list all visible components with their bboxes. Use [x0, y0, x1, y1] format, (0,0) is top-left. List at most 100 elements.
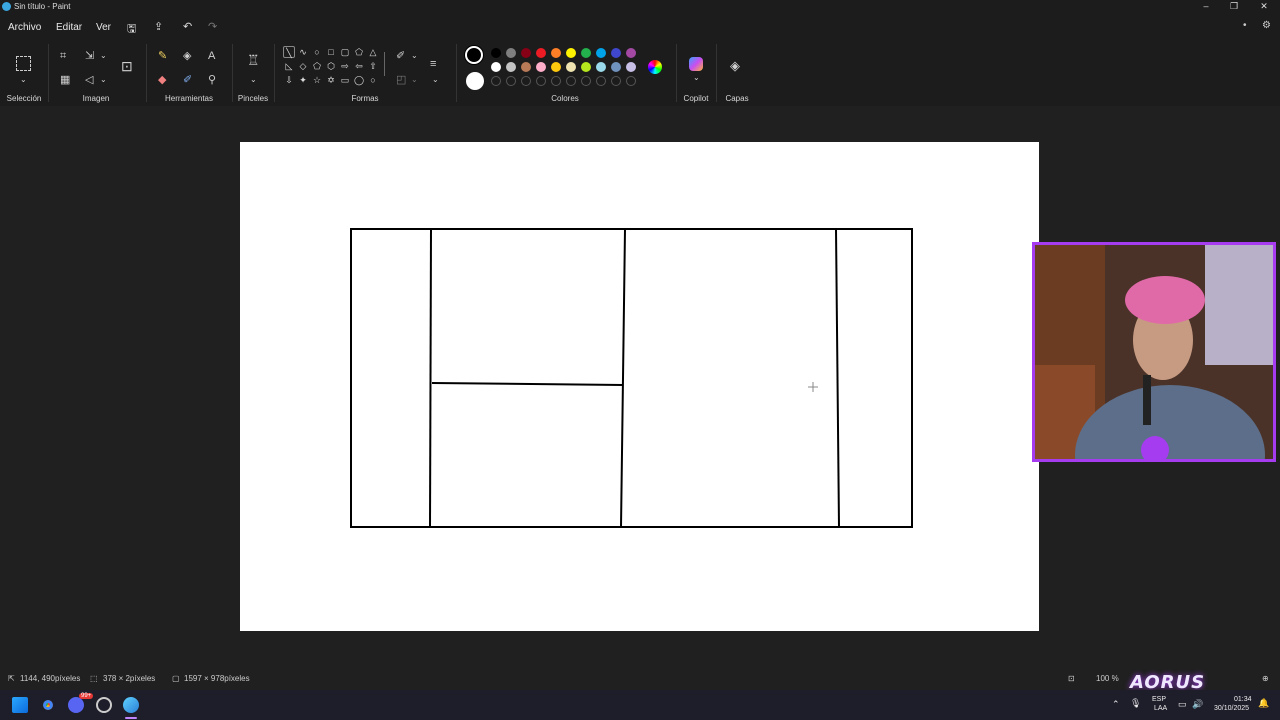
restore-icon[interactable]: ❐	[1224, 1, 1244, 12]
shapes-scrollbar[interactable]	[384, 52, 385, 76]
color-swatch[interactable]	[596, 48, 606, 58]
magnifier-icon[interactable]: ⚲	[208, 74, 216, 86]
drawing-canvas[interactable]	[240, 142, 1039, 631]
pencil-icon[interactable]: ✎	[158, 50, 167, 62]
color-swatch[interactable]	[551, 62, 561, 72]
close-icon[interactable]: ✕	[1254, 1, 1274, 12]
settings-icon[interactable]: ⚙	[1262, 20, 1271, 31]
language-top[interactable]: ESP	[1152, 696, 1166, 703]
chevron-up-icon[interactable]: ⌃	[1112, 699, 1120, 710]
obs-icon[interactable]	[96, 697, 112, 713]
start-icon[interactable]	[12, 697, 28, 713]
color-swatch[interactable]	[491, 62, 501, 72]
color-swatch[interactable]	[521, 48, 531, 58]
polygon-shape-icon[interactable]: ⬠	[353, 46, 365, 58]
fill-shape-icon[interactable]: ◰	[396, 74, 406, 86]
microphone-icon[interactable]: 🎙	[1130, 698, 1141, 709]
notifications-icon[interactable]: 🔔	[1258, 698, 1269, 709]
outline-icon[interactable]: ✐	[396, 50, 405, 62]
zoom-level[interactable]: 100 %	[1096, 674, 1119, 683]
save-icon[interactable]: 🖫	[127, 20, 136, 39]
custom-color-slot[interactable]	[581, 76, 591, 86]
network-icon[interactable]: ▭	[1178, 699, 1187, 710]
color-swatch[interactable]	[581, 48, 591, 58]
color-swatch[interactable]	[626, 48, 636, 58]
menu-ver[interactable]: Ver	[96, 22, 111, 33]
custom-color-slot[interactable]	[566, 76, 576, 86]
fill-icon[interactable]: ◈	[183, 50, 191, 62]
paint-taskbar-icon[interactable]	[123, 697, 139, 713]
arrow-up-shape-icon[interactable]: ⇧	[367, 60, 379, 72]
minimize-icon[interactable]: –	[1196, 1, 1216, 11]
color-swatch[interactable]	[611, 62, 621, 72]
secondary-color[interactable]	[466, 72, 484, 90]
arrow-right-shape-icon[interactable]: ⇨	[339, 60, 351, 72]
arrow-left-shape-icon[interactable]: ⇦	[353, 60, 365, 72]
menu-archivo[interactable]: Archivo	[8, 22, 41, 33]
chrome-icon[interactable]	[40, 697, 56, 713]
copilot-icon[interactable]	[689, 57, 703, 71]
color-swatch[interactable]	[536, 48, 546, 58]
clock-time[interactable]: 01:34	[1234, 696, 1252, 703]
curve-shape-icon[interactable]: ∿	[297, 46, 309, 58]
undo-icon[interactable]: ↶	[183, 20, 192, 33]
chevron-down-icon[interactable]: ⌄	[411, 74, 418, 86]
custom-color-slot[interactable]	[536, 76, 546, 86]
fit-to-window-icon[interactable]: ⊡	[1068, 674, 1075, 683]
rotate-icon[interactable]: ◁	[85, 74, 93, 86]
color-swatch[interactable]	[551, 48, 561, 58]
custom-color-slot[interactable]	[596, 76, 606, 86]
redo-icon[interactable]: ↷	[208, 20, 217, 33]
callout-cloud-shape-icon[interactable]: ○	[367, 74, 379, 86]
resize-icon[interactable]: ⇲	[85, 50, 94, 62]
custom-color-slot[interactable]	[491, 76, 501, 86]
color-swatch[interactable]	[506, 48, 516, 58]
line-shape-icon[interactable]: ╲	[283, 46, 295, 58]
discord-icon[interactable]	[68, 697, 84, 713]
chevron-down-icon[interactable]: ⌄	[100, 74, 107, 86]
triangle-shape-icon[interactable]: △	[367, 46, 379, 58]
color-swatch[interactable]	[566, 62, 576, 72]
color-picker-icon[interactable]: ✐	[183, 74, 192, 86]
color-swatch[interactable]	[536, 62, 546, 72]
custom-color-slot[interactable]	[521, 76, 531, 86]
share-icon[interactable]: ⇪	[154, 20, 163, 33]
layers-icon[interactable]: ◈	[730, 59, 740, 72]
right-triangle-shape-icon[interactable]: ◺	[283, 60, 295, 72]
edit-colors-icon[interactable]	[648, 60, 662, 74]
star4-shape-icon[interactable]: ✦	[297, 74, 309, 86]
zoom-in-icon[interactable]: ⊕	[1262, 674, 1269, 683]
color-swatch[interactable]	[611, 48, 621, 58]
callout-rect-shape-icon[interactable]: ▭	[339, 74, 351, 86]
custom-color-slot[interactable]	[626, 76, 636, 86]
color-swatch[interactable]	[581, 62, 591, 72]
chevron-down-icon[interactable]: ⌄	[693, 72, 700, 84]
chevron-down-icon[interactable]: ⌄	[411, 50, 418, 62]
text-icon[interactable]: A	[208, 50, 215, 62]
color-swatch[interactable]	[566, 48, 576, 58]
pentagon-shape-icon[interactable]: ⬠	[311, 60, 323, 72]
chevron-down-icon[interactable]: ⌄	[250, 74, 257, 86]
crop-icon[interactable]: ⌗	[60, 50, 66, 62]
color-swatch[interactable]	[626, 62, 636, 72]
custom-color-slot[interactable]	[506, 76, 516, 86]
rectangle-shape-icon[interactable]: □	[325, 46, 337, 58]
diamond-shape-icon[interactable]: ◇	[297, 60, 309, 72]
callout-oval-shape-icon[interactable]: ◯	[353, 74, 365, 86]
eraser-icon[interactable]: ◆	[158, 74, 166, 86]
primary-color[interactable]	[465, 46, 483, 64]
star6-shape-icon[interactable]: ✡	[325, 74, 337, 86]
custom-color-slot[interactable]	[611, 76, 621, 86]
color-swatch[interactable]	[506, 62, 516, 72]
menu-editar[interactable]: Editar	[56, 22, 82, 33]
brush-icon[interactable]: ♖	[247, 53, 260, 67]
chevron-down-icon[interactable]: ⌄	[100, 50, 107, 62]
notification-icon[interactable]: •	[1243, 20, 1247, 31]
image-creator-icon[interactable]: ⊡	[121, 59, 133, 73]
chevron-down-icon[interactable]: ⌄	[20, 74, 27, 86]
star5-shape-icon[interactable]: ☆	[311, 74, 323, 86]
color-swatch[interactable]	[491, 48, 501, 58]
chevron-down-icon[interactable]: ⌄	[432, 74, 439, 86]
color-swatch[interactable]	[521, 62, 531, 72]
selection-tool[interactable]	[16, 56, 31, 71]
